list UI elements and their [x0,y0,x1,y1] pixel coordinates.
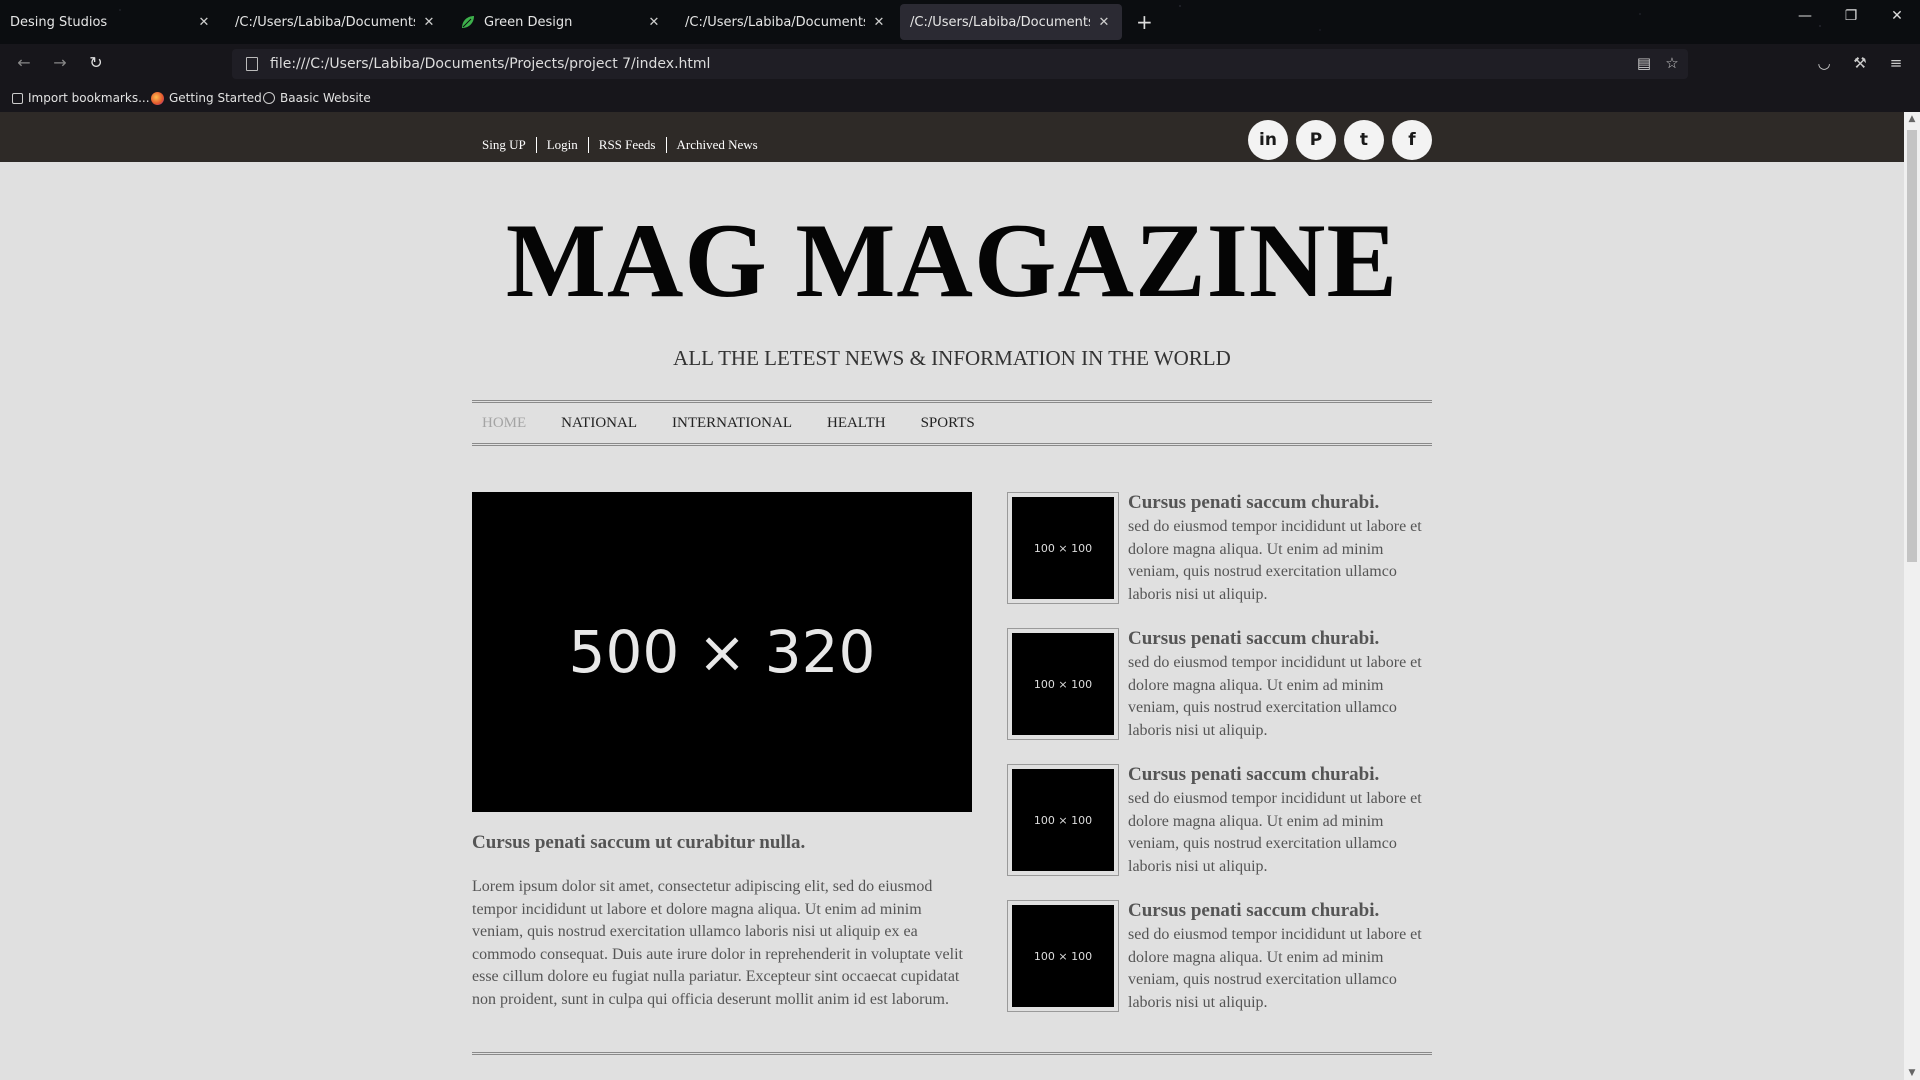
main-menu: HOME NATIONAL INTERNATIONAL HEALTH SPORT… [472,400,1432,446]
tab-green-design[interactable]: Green Design ✕ [450,4,672,40]
tab-desing-studios[interactable]: Desing Studios ✕ [0,4,222,40]
hero-text: Lorem ipsum dolor sit amet, consectetur … [472,878,963,1008]
scrollbar-thumb[interactable] [1907,130,1917,562]
pocket-icon[interactable]: ◡ [1814,54,1834,72]
page-icon [246,57,258,71]
hero-image[interactable]: 500 × 320 [472,492,972,812]
web-page: Sing UP Login RSS Feeds Archived News in… [0,112,1904,1080]
thumbnail-placeholder: 100 × 100 [1012,497,1114,599]
close-icon[interactable]: ✕ [421,15,437,30]
reload-icon[interactable]: ↻ [84,53,108,75]
side-post: 100 × 100 Cursus penati saccum churabi. … [1007,900,1432,1014]
hero-title[interactable]: Cursus penati saccum ut curabitur nulla. [472,832,972,854]
side-post: 100 × 100 Cursus penati saccum churabi. … [1007,764,1432,878]
bookmark-label: Import bookmarks... [28,91,150,105]
side-post-title[interactable]: Cursus penati saccum churabi. [1128,764,1379,786]
pinterest-icon[interactable]: P [1296,120,1336,160]
thumbnail-placeholder: 100 × 100 [1012,905,1114,1007]
side-post-thumbnail[interactable]: 100 × 100 [1007,764,1119,876]
side-post-text: sed do eiusmod tempor incididunt ut labo… [1128,654,1422,739]
thumbnail-placeholder: 100 × 100 [1012,633,1114,735]
reader-view-icon[interactable]: ▤ [1634,54,1654,72]
menu-item-health[interactable]: HEALTH [827,415,886,432]
bookmark-baasic-website[interactable]: Baasic Website [263,91,371,105]
new-tab-icon[interactable]: + [1136,10,1153,34]
tab-title: Desing Studios [10,14,108,30]
tab-project-1[interactable]: /C:/Users/Labiba/Documents/Proje ✕ [225,4,447,40]
section-divider [472,1052,1432,1055]
globe-icon [263,92,275,104]
top-links: Sing UP Login RSS Feeds Archived News [472,137,768,153]
tab-project-active[interactable]: /C:/Users/Labiba/Documents/Proje ✕ [900,4,1122,40]
tools-wrench-icon[interactable]: ⚒ [1850,54,1870,72]
menu-item-home[interactable]: HOME [482,415,526,432]
menu-hamburger-icon[interactable]: ≡ [1886,54,1906,72]
url-text: file:///C:/Users/Labiba/Documents/Projec… [270,56,711,72]
login-link[interactable]: Login [535,137,588,153]
linkedin-icon[interactable]: in [1248,120,1288,160]
tab-project-2[interactable]: /C:/Users/Labiba/Documents/Proje ✕ [675,4,897,40]
side-post: 100 × 100 Cursus penati saccum churabi. … [1007,628,1432,742]
window-close-icon[interactable]: ✕ [1882,8,1912,24]
tab-title: /C:/Users/Labiba/Documents/Proje [685,14,865,30]
side-post-title[interactable]: Cursus penati saccum churabi. [1128,628,1379,650]
site-tagline: ALL THE LETEST NEWS & INFORMATION IN THE… [673,346,1231,370]
side-post-title[interactable]: Cursus penati saccum churabi. [1128,492,1379,514]
site-logo[interactable]: MAG MAGAZINE [0,200,1904,322]
bookmark-label: Baasic Website [280,91,371,105]
side-post-text: sed do eiusmod tempor incididunt ut labo… [1128,926,1422,1011]
close-icon[interactable]: ✕ [871,15,887,30]
side-post-text: sed do eiusmod tempor incididunt ut labo… [1128,790,1422,875]
rss-feeds-link[interactable]: RSS Feeds [587,137,666,153]
tab-title: /C:/Users/Labiba/Documents/Proje [910,14,1090,30]
archived-news-link[interactable]: Archived News [665,137,768,153]
side-post: 100 × 100 Cursus penati saccum churabi. … [1007,492,1432,606]
minimize-icon[interactable]: — [1790,8,1820,24]
facebook-icon[interactable]: f [1392,120,1432,160]
signup-link[interactable]: Sing UP [472,137,536,153]
back-icon[interactable]: ← [12,53,36,75]
side-post-thumbnail[interactable]: 100 × 100 [1007,492,1119,604]
close-icon[interactable]: ✕ [646,15,662,30]
thumbnail-placeholder: 100 × 100 [1012,769,1114,871]
scroll-up-icon[interactable]: ▲ [1904,114,1920,124]
close-icon[interactable]: ✕ [196,15,212,30]
nav-toolbar: ← → ↻ file:///C:/Users/Labiba/Documents/… [0,44,1920,84]
top-strip: Sing UP Login RSS Feeds Archived News in… [0,112,1904,162]
import-icon [12,92,23,104]
bookmark-label: Getting Started [169,91,262,105]
bookmark-star-icon[interactable]: ☆ [1662,54,1682,72]
bookmarks-toolbar: Import bookmarks... Getting Started Baas… [0,84,1920,112]
vertical-scrollbar[interactable]: ▲ ▼ [1904,112,1920,1080]
tumblr-icon[interactable]: t [1344,120,1384,160]
bookmark-getting-started[interactable]: Getting Started [151,91,262,105]
side-post-title[interactable]: Cursus penati saccum churabi. [1128,900,1379,922]
side-post-text: sed do eiusmod tempor incididunt ut labo… [1128,518,1422,603]
leaf-icon [462,16,474,28]
restore-icon[interactable]: ❐ [1836,8,1866,24]
menu-item-national[interactable]: NATIONAL [561,415,637,432]
forward-icon[interactable]: → [48,53,72,75]
tab-title: Green Design [484,14,573,30]
menu-item-international[interactable]: INTERNATIONAL [672,415,792,432]
address-bar[interactable]: file:///C:/Users/Labiba/Documents/Projec… [232,49,1688,79]
side-post-thumbnail[interactable]: 100 × 100 [1007,900,1119,1012]
close-icon[interactable]: ✕ [1096,15,1112,30]
tab-title: /C:/Users/Labiba/Documents/Proje [235,14,415,30]
side-post-thumbnail[interactable]: 100 × 100 [1007,628,1119,740]
firefox-icon [151,91,164,105]
scroll-down-icon[interactable]: ▼ [1904,1068,1920,1078]
bookmark-import[interactable]: Import bookmarks... [12,91,150,105]
tab-strip: Desing Studios ✕ /C:/Users/Labiba/Docume… [0,0,1920,44]
menu-item-sports[interactable]: SPORTS [921,415,975,432]
